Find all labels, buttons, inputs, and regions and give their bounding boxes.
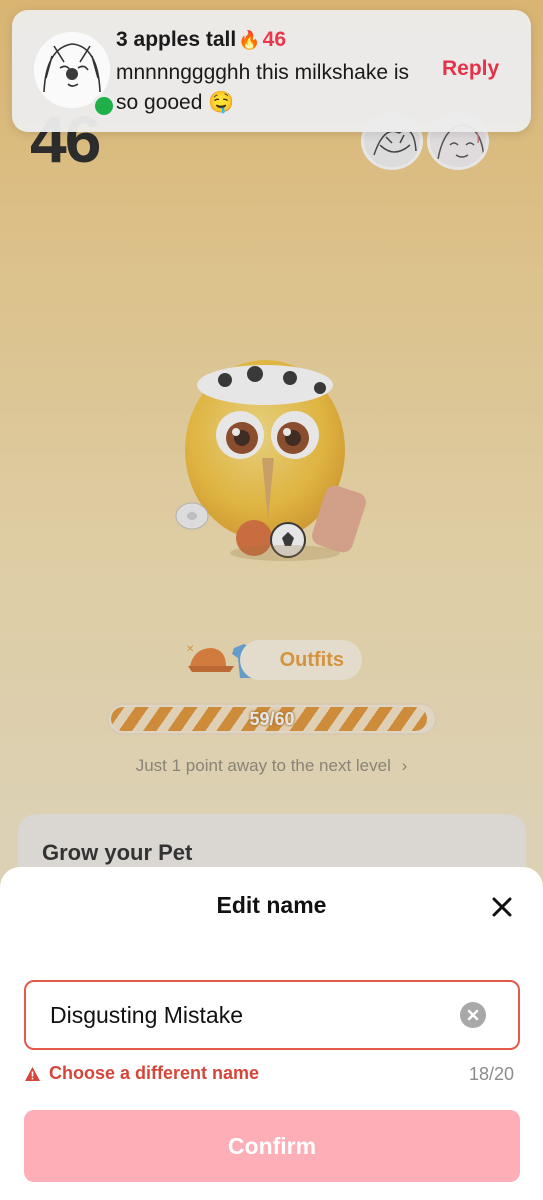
error-message: Choose a different name [24,1063,259,1084]
character-count: 18/20 [468,1064,514,1084]
edit-name-sheet: Edit name Choose a different name 18/20 … [0,867,543,1200]
clear-icon [467,1009,479,1021]
fire-icon: 🔥 [238,29,261,50]
confirm-button[interactable]: Confirm [24,1110,520,1182]
reply-button[interactable]: Reply [442,57,499,81]
sheet-title: Edit name [216,892,327,918]
notification-message: mnnnngggghh this milkshake is so gooed 🤤 [116,61,409,114]
sender-streak: 46 [262,28,286,51]
sender-name: 3 apples tall [116,28,237,51]
clear-input-button[interactable] [460,1002,486,1028]
name-input[interactable] [50,982,450,1048]
close-button[interactable] [484,889,520,925]
warning-icon [25,1066,40,1081]
close-icon [492,897,512,917]
message-notification[interactable]: 3 apples tall 🔥 46 mnnnngggghh this milk… [12,10,531,132]
online-status-dot [92,94,116,118]
error-text: Choose a different name [49,1063,260,1083]
notification-title: 3 apples tall 🔥 46 [116,28,286,52]
name-field[interactable] [24,980,520,1050]
